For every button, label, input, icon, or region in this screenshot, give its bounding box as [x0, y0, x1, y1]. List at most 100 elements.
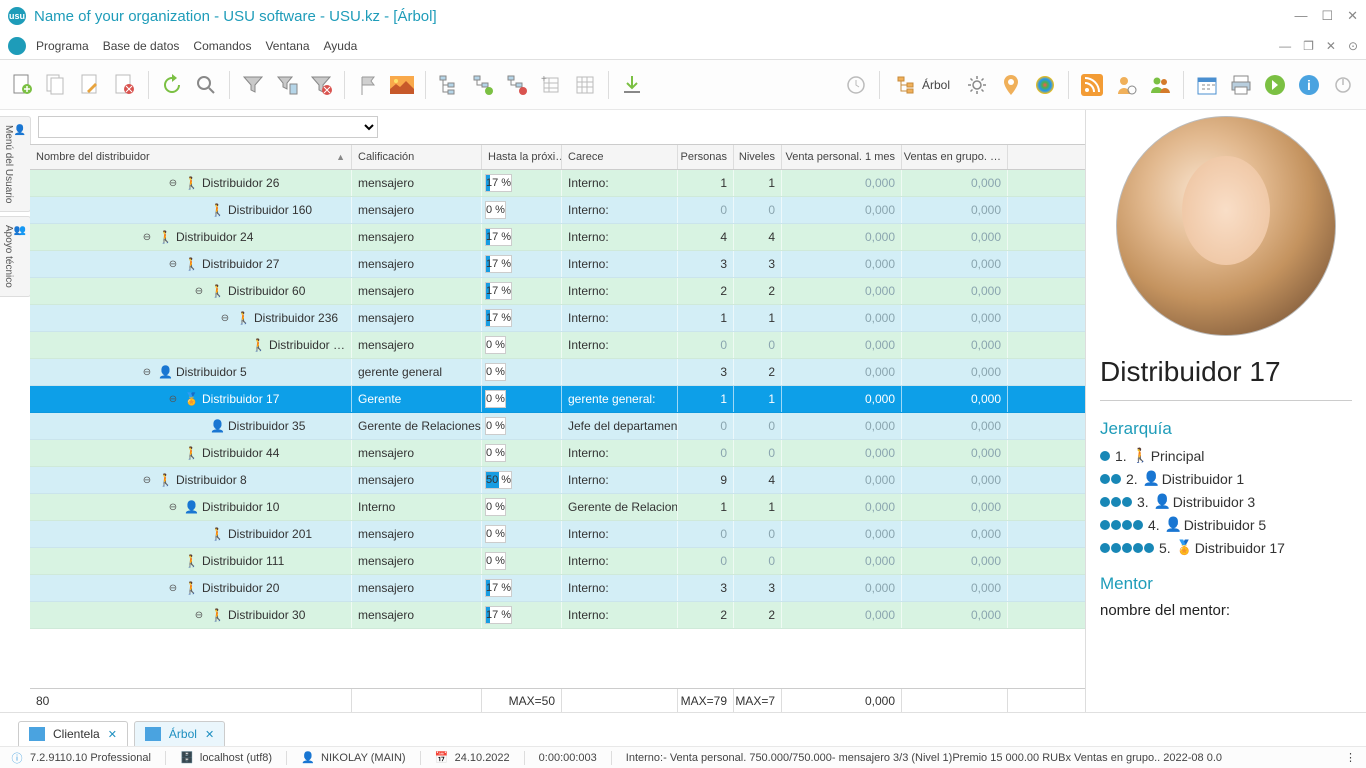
filter-clear-icon[interactable]	[306, 70, 336, 100]
calendar-icon[interactable]	[1192, 70, 1222, 100]
mdi-close-icon[interactable]: ✕	[1326, 39, 1336, 53]
tab-close-icon[interactable]: ✕	[108, 728, 117, 741]
edit-doc-icon[interactable]	[76, 70, 106, 100]
col-header-vg[interactable]: Ventas en grupo. …	[902, 145, 1008, 169]
bottom-tab[interactable]: Árbol✕	[134, 721, 225, 746]
filter-select[interactable]	[38, 116, 378, 138]
maximize-icon[interactable]: ☐	[1321, 8, 1333, 24]
table-row[interactable]: 👤Distribuidor 35Gerente de Relaciones …0…	[30, 413, 1085, 440]
bottom-tab[interactable]: Clientela✕	[18, 721, 128, 746]
col-header-pers[interactable]: Personas	[678, 145, 734, 169]
table-row[interactable]: 🚶Distribuidor 111mensajero0 %Interno:000…	[30, 548, 1085, 575]
user-gear-icon[interactable]	[1111, 70, 1141, 100]
print-icon[interactable]	[1226, 70, 1256, 100]
collapse-icon[interactable]: ⊖	[166, 581, 180, 595]
side-tab-user-menu[interactable]: 👤Menú del Usuario	[0, 116, 31, 212]
table-row[interactable]: ⊖👤Distribuidor 5gerente general0 %320,00…	[30, 359, 1085, 386]
table-row[interactable]: ⊖🚶Distribuidor 26mensajero17 %Interno:11…	[30, 170, 1085, 197]
table-row[interactable]: ⊖🚶Distribuidor 30mensajero17 %Interno:22…	[30, 602, 1085, 629]
collapse-icon[interactable]: ⊖	[192, 284, 206, 298]
row-vg: 0,000	[902, 332, 1008, 358]
collapse-icon[interactable]: ⊖	[218, 311, 232, 325]
col-header-hasta[interactable]: Hasta la próxi…	[482, 145, 562, 169]
hierarchy-item[interactable]: 2. 👤 Distribuidor 1	[1100, 470, 1352, 487]
hierarchy-item[interactable]: 5. 🏅 Distribuidor 17	[1100, 539, 1352, 556]
collapse-icon[interactable]: ⊖	[166, 257, 180, 271]
collapse-icon[interactable]: ⊖	[140, 473, 154, 487]
collapse-icon[interactable]: ⊖	[166, 176, 180, 190]
tree-collapse-icon[interactable]	[434, 70, 464, 100]
tree-minus-icon[interactable]	[502, 70, 532, 100]
rss-icon[interactable]	[1077, 70, 1107, 100]
power-icon[interactable]	[1328, 70, 1358, 100]
info-icon[interactable]: i	[1294, 70, 1324, 100]
filter-icon[interactable]	[238, 70, 268, 100]
grid-icon[interactable]	[570, 70, 600, 100]
table-row[interactable]: ⊖🏅Distribuidor 17Gerente0 %gerente gener…	[30, 386, 1085, 413]
table-row[interactable]: 🚶Distribuidor …mensajero0 %Interno:000,0…	[30, 332, 1085, 359]
hierarchy-item[interactable]: 3. 👤 Distribuidor 3	[1100, 493, 1352, 510]
close-icon[interactable]: ✕	[1347, 8, 1358, 24]
users-icon[interactable]	[1145, 70, 1175, 100]
collapse-icon[interactable]: ⊖	[166, 392, 180, 406]
col-header-carece[interactable]: Carece	[562, 145, 678, 169]
mdi-settings-icon[interactable]: ⊙	[1348, 39, 1358, 53]
collapse-icon[interactable]: ⊖	[140, 365, 154, 379]
table-row[interactable]: 🚶Distribuidor 201mensajero0 %Interno:000…	[30, 521, 1085, 548]
new-doc-icon[interactable]	[8, 70, 38, 100]
color-icon[interactable]	[1030, 70, 1060, 100]
menu-programa[interactable]: Programa	[36, 39, 89, 53]
table-row[interactable]: 🚶Distribuidor 160mensajero0 %Interno:000…	[30, 197, 1085, 224]
col-header-cal[interactable]: Calificación	[352, 145, 482, 169]
delete-doc-icon[interactable]	[110, 70, 140, 100]
history-icon[interactable]	[841, 70, 871, 100]
row-vp: 0,000	[782, 413, 902, 439]
table-row[interactable]: ⊖🚶Distribuidor 27mensajero17 %Interno:33…	[30, 251, 1085, 278]
picture-icon[interactable]	[387, 70, 417, 100]
collapse-icon[interactable]: ⊖	[140, 230, 154, 244]
collapse-icon[interactable]: ⊖	[166, 500, 180, 514]
location-icon[interactable]	[996, 70, 1026, 100]
grid-add-icon[interactable]: +	[536, 70, 566, 100]
menu-ayuda[interactable]: Ayuda	[324, 39, 358, 53]
search-icon[interactable]	[191, 70, 221, 100]
minimize-icon[interactable]: —	[1294, 8, 1307, 24]
copy-doc-icon[interactable]	[42, 70, 72, 100]
mdi-minimize-icon[interactable]: —	[1279, 39, 1291, 53]
row-pers: 0	[678, 332, 734, 358]
col-header-name[interactable]: Nombre del distribuidor▲	[30, 145, 352, 169]
gear-icon[interactable]	[962, 70, 992, 100]
grid-body[interactable]: ⊖🚶Distribuidor 26mensajero17 %Interno:11…	[30, 170, 1085, 688]
table-row[interactable]: 🚶Distribuidor 44mensajero0 %Interno:000,…	[30, 440, 1085, 467]
sort-asc-icon: ▲	[336, 152, 345, 162]
menu-ventana[interactable]: Ventana	[265, 39, 309, 53]
arbol-button[interactable]: Árbol	[888, 71, 958, 99]
col-header-vp[interactable]: Venta personal. 1 mes	[782, 145, 902, 169]
side-tabs: 👤Menú del Usuario 👥Apoyo técnico	[0, 110, 30, 712]
forward-icon[interactable]	[1260, 70, 1290, 100]
table-row[interactable]: ⊖🚶Distribuidor 8mensajero50 %Interno:940…	[30, 467, 1085, 494]
hierarchy-item[interactable]: 4. 👤 Distribuidor 5	[1100, 516, 1352, 533]
mdi-restore-icon[interactable]: ❐	[1303, 39, 1314, 53]
table-row[interactable]: ⊖👤Distribuidor 10Interno0 %Gerente de Re…	[30, 494, 1085, 521]
menu-base-de-datos[interactable]: Base de datos	[103, 39, 180, 53]
status-more-icon[interactable]: ⋮	[1345, 751, 1356, 764]
hierarchy-item[interactable]: 1. 🚶 Principal	[1100, 447, 1352, 464]
flag-icon[interactable]	[353, 70, 383, 100]
table-row[interactable]: ⊖🚶Distribuidor 236mensajero17 %Interno:1…	[30, 305, 1085, 332]
tab-close-icon[interactable]: ✕	[205, 728, 214, 741]
avatar	[1116, 116, 1336, 336]
table-row[interactable]: ⊖🚶Distribuidor 60mensajero17 %Interno:22…	[30, 278, 1085, 305]
col-header-niv[interactable]: Niveles	[734, 145, 782, 169]
side-tab-support[interactable]: 👥Apoyo técnico	[0, 216, 31, 297]
filter-settings-icon[interactable]	[272, 70, 302, 100]
table-row[interactable]: ⊖🚶Distribuidor 20mensajero17 %Interno:33…	[30, 575, 1085, 602]
progress-bar: 0 %	[485, 201, 506, 219]
menu-comandos[interactable]: Comandos	[193, 39, 251, 53]
download-icon[interactable]	[617, 70, 647, 100]
table-row[interactable]: ⊖🚶Distribuidor 24mensajero17 %Interno:44…	[30, 224, 1085, 251]
collapse-icon[interactable]: ⊖	[192, 608, 206, 622]
refresh-icon[interactable]	[157, 70, 187, 100]
tree-expand-icon[interactable]	[468, 70, 498, 100]
row-name: Distribuidor 17	[202, 392, 279, 406]
